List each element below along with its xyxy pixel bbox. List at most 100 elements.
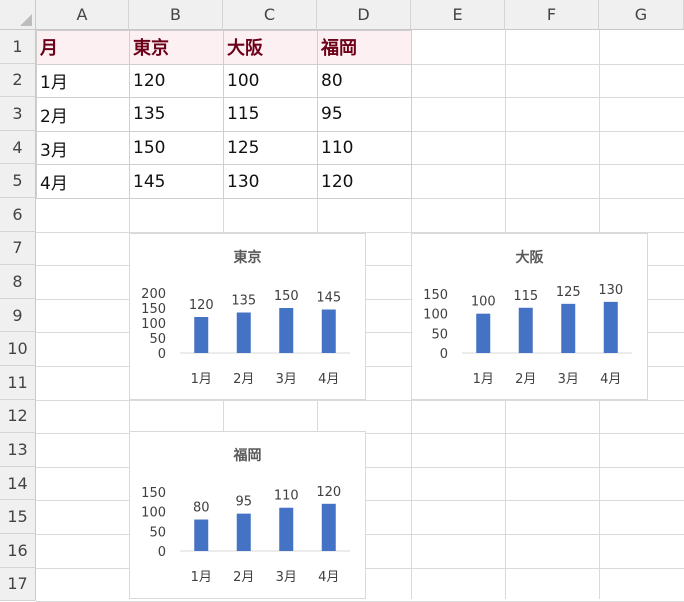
table-cell[interactable]: 145 <box>130 165 223 198</box>
bar[interactable] <box>321 503 336 551</box>
row-header-10[interactable]: 10 <box>0 332 36 366</box>
table-cell[interactable]: 120 <box>130 65 223 98</box>
table-cell[interactable]: 125 <box>224 132 317 165</box>
y-tick-label: 150 <box>141 302 166 317</box>
data-label: 150 <box>274 289 299 304</box>
bar[interactable] <box>518 307 533 353</box>
chart-1[interactable]: 東京 0 50 100 150 200 120 1月 135 2月 150 3月 145 4月 <box>129 233 366 400</box>
row-header-16[interactable]: 16 <box>0 534 36 568</box>
data-label: 115 <box>513 289 538 304</box>
table-cell[interactable]: 1月 <box>37 65 129 98</box>
table-cell[interactable]: 2月 <box>37 98 129 131</box>
gridline-horizontal <box>36 198 684 199</box>
y-tick-label: 150 <box>423 288 448 303</box>
column-header-b[interactable]: B <box>129 0 223 30</box>
table-header-cell[interactable]: 東京 <box>130 31 223 64</box>
x-tick-label: 2月 <box>515 372 536 387</box>
x-tick-label: 4月 <box>318 372 339 387</box>
data-label: 125 <box>556 285 581 300</box>
chart-plot: 0 50 100 150 100 1月 115 2月 125 3月 130 4月 <box>423 283 632 387</box>
column-header-a[interactable]: A <box>36 0 129 30</box>
chart-2[interactable]: 大阪 0 50 100 150 100 1月 115 2月 125 3月 130 4月 <box>411 233 648 400</box>
row-header-7[interactable]: 7 <box>0 231 36 266</box>
row-header-13[interactable]: 13 <box>0 433 36 467</box>
table-cell[interactable]: 110 <box>318 132 411 165</box>
bar[interactable] <box>279 308 294 353</box>
bar[interactable] <box>321 309 336 354</box>
column-header-e[interactable]: E <box>411 0 505 30</box>
row-header-9[interactable]: 9 <box>0 298 36 333</box>
spreadsheet-grid[interactable]: ABCDEFG 1 2 3 4 5 6 7 8 9 10 11 12 13 14 15 16 17 月東京 大阪福… <box>0 0 684 602</box>
data-label: 145 <box>316 291 341 306</box>
bar[interactable] <box>603 301 618 353</box>
y-tick-label: 0 <box>158 545 166 560</box>
row-header-14[interactable]: 14 <box>0 466 36 501</box>
x-tick-label: 3月 <box>276 372 297 387</box>
bar[interactable] <box>236 312 251 354</box>
bar[interactable] <box>561 303 576 353</box>
y-tick-label: 0 <box>158 347 166 362</box>
x-tick-label: 1月 <box>191 570 212 585</box>
bar[interactable] <box>236 513 251 551</box>
table-cell[interactable]: 4月 <box>37 165 129 198</box>
select-all-corner[interactable] <box>0 0 36 30</box>
bar[interactable] <box>194 317 209 353</box>
table-cell[interactable]: 150 <box>130 132 223 165</box>
table-header-cell[interactable]: 福岡 <box>318 31 411 64</box>
x-tick-label: 1月 <box>191 372 212 387</box>
column-header-d[interactable]: D <box>317 0 411 30</box>
row-header-15[interactable]: 15 <box>0 500 36 534</box>
row-header-5[interactable]: 5 <box>0 164 36 198</box>
chart-3[interactable]: 福岡 0 50 100 150 80 1月 95 2月 110 3月 120 4月 <box>129 431 366 599</box>
y-tick-label: 100 <box>141 506 166 521</box>
bar[interactable] <box>279 507 294 551</box>
table-cell[interactable]: 95 <box>318 98 411 131</box>
y-tick-label: 50 <box>149 525 166 540</box>
x-tick-label: 2月 <box>233 570 254 585</box>
x-tick-label: 3月 <box>558 372 579 387</box>
table-cell[interactable]: 100 <box>224 65 317 98</box>
table-header-cell[interactable]: 大阪 <box>224 31 317 64</box>
data-label: 120 <box>316 485 341 500</box>
row-header-11[interactable]: 11 <box>0 366 36 400</box>
data-label: 100 <box>471 295 496 310</box>
data-label: 80 <box>193 501 210 516</box>
table-cell[interactable]: 3月 <box>37 132 129 165</box>
data-label: 130 <box>598 283 623 298</box>
table-header-cell[interactable]: 月 <box>37 31 129 64</box>
data-label: 110 <box>274 489 299 504</box>
row-header-1[interactable]: 1 <box>0 30 36 64</box>
x-tick-label: 1月 <box>473 372 494 387</box>
y-tick-label: 200 <box>141 287 166 302</box>
row-header-3[interactable]: 3 <box>0 97 36 131</box>
data-label: 95 <box>235 495 252 510</box>
y-tick-label: 100 <box>141 317 166 332</box>
bar[interactable] <box>194 519 209 551</box>
x-tick-label: 4月 <box>600 372 621 387</box>
row-header-4[interactable]: 4 <box>0 130 36 165</box>
select-all-triangle-icon <box>20 14 32 26</box>
y-tick-label: 100 <box>423 308 448 323</box>
data-label: 120 <box>189 298 214 313</box>
table-cell[interactable]: 135 <box>130 98 223 131</box>
y-tick-label: 50 <box>149 332 166 347</box>
row-header-6[interactable]: 6 <box>0 198 36 232</box>
table-cell[interactable]: 120 <box>318 165 411 198</box>
table-cell[interactable]: 115 <box>224 98 317 131</box>
x-tick-label: 3月 <box>276 570 297 585</box>
column-header-c[interactable]: C <box>223 0 317 30</box>
table-cell[interactable]: 80 <box>318 65 411 98</box>
column-header-f[interactable]: F <box>505 0 599 30</box>
table-cell[interactable]: 130 <box>224 165 317 198</box>
x-tick-label: 4月 <box>318 570 339 585</box>
bar[interactable] <box>476 313 491 353</box>
column-header-g[interactable]: G <box>599 0 684 30</box>
row-header-2[interactable]: 2 <box>0 63 36 98</box>
row-header-8[interactable]: 8 <box>0 265 36 299</box>
row-header-17[interactable]: 17 <box>0 567 36 602</box>
y-tick-label: 0 <box>440 347 448 362</box>
row-header-12[interactable]: 12 <box>0 399 36 434</box>
chart-plot: 0 50 100 150 80 1月 95 2月 110 3月 120 4月 <box>141 485 350 585</box>
y-tick-label: 150 <box>141 486 166 501</box>
data-label: 135 <box>231 294 256 309</box>
